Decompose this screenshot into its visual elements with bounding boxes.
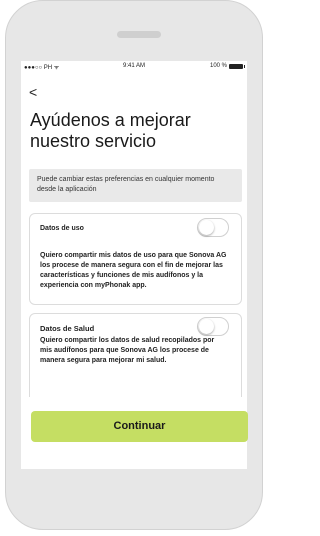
continue-button[interactable]: Continuar [31, 411, 248, 442]
health-data-toggle[interactable] [197, 317, 229, 336]
usage-data-title: Datos de uso [40, 225, 84, 232]
phone-frame: ●●●○○ PH ᯤ 9:41 AM 100 % < Ayúdenos a me… [5, 0, 263, 530]
health-data-title: Datos de Salud [40, 324, 95, 333]
battery-percent: 100 % [209, 63, 227, 69]
page-title: Ayúdenos a mejorar nuestro servicio [30, 110, 191, 151]
battery-status: 100 % [209, 63, 245, 69]
toggle-knob [199, 220, 214, 235]
status-bar: ●●●○○ PH ᯤ 9:41 AM 100 % [21, 63, 247, 73]
battery-icon [229, 63, 245, 69]
phone-speaker [117, 31, 161, 38]
usage-data-description: Quiero compartir mis datos de uso para q… [40, 252, 227, 289]
usage-data-card: Datos de uso Quiero compartir mis datos … [29, 213, 242, 305]
app-screen: ●●●○○ PH ᯤ 9:41 AM 100 % < Ayúdenos a me… [21, 61, 247, 469]
info-notice: Puede cambiar estas preferencias en cual… [29, 169, 242, 202]
toggle-knob [199, 319, 214, 334]
usage-data-toggle[interactable] [197, 218, 229, 237]
health-data-description: Quiero compartir los datos de salud reco… [40, 337, 215, 364]
back-button[interactable]: < [29, 85, 37, 99]
